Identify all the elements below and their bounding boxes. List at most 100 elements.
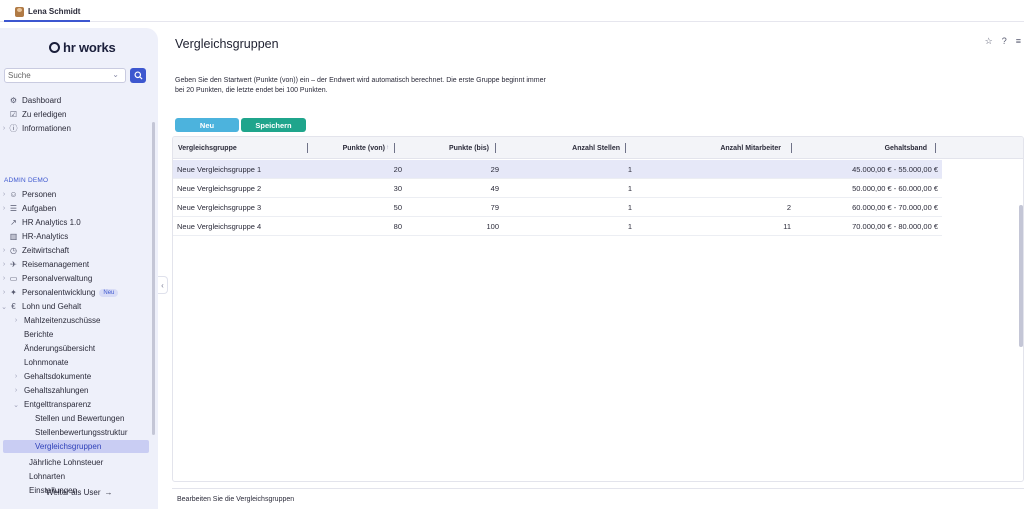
sidebar-item-stellen-und-bewertungen[interactable]: Stellen und Bewertungen [35, 412, 124, 425]
user-name: Lena Schmidt [28, 7, 81, 16]
column-header-salary[interactable]: Gehaltsband [793, 137, 936, 159]
sidebar-item-jaehrliche-lohnsteuer[interactable]: Jährliche Lohnsteuer [29, 456, 103, 469]
star-icon[interactable]: ☆ [985, 36, 993, 47]
sidebar-item-entgelttransparenz[interactable]: ⌄ Entgelttransparenz [12, 398, 91, 411]
menu-icon[interactable]: ≡ [1016, 36, 1021, 47]
search-button[interactable] [130, 68, 146, 83]
cell-salary: 70.000,00 € - 80.000,00 € [852, 222, 938, 231]
column-header-employees[interactable]: Anzahl Mitarbeiter [633, 137, 792, 159]
cell-employees: 2 [786, 203, 791, 212]
cell-from[interactable]: 80 [309, 217, 402, 236]
cell-positions: 1 [627, 165, 632, 174]
comparison-groups-table: Vergleichsgruppe Punkte (von) ↑ Punkte (b… [172, 136, 1024, 482]
sidebar-item-gehaltszahlungen[interactable]: › Gehaltszahlungen [12, 384, 89, 397]
column-header-group[interactable]: Vergleichsgruppe [178, 137, 308, 159]
table-row[interactable]: Neue Vergleichsgruppe 3 50 79 1 2 60.000… [173, 198, 942, 217]
sidebar-item-aenderungsuebersicht[interactable]: Änderungsübersicht [24, 342, 95, 355]
cell-group: Neue Vergleichsgruppe 4 [177, 222, 262, 231]
column-header-positions[interactable]: Anzahl Stellen [503, 137, 626, 159]
sidebar-item-hr-analytics-1[interactable]: ↗ HR Analytics 1.0 [0, 216, 81, 229]
cell-group: Neue Vergleichsgruppe 3 [177, 203, 262, 212]
todo-icon: ☑ [9, 110, 18, 119]
header-actions: ☆ ? ≡ [985, 36, 1021, 47]
cell-from[interactable]: 20 [309, 160, 402, 179]
search-icon [133, 71, 143, 80]
logo[interactable]: hr works [49, 40, 116, 55]
cell-employees [633, 179, 791, 198]
main-scrollbar[interactable] [1019, 205, 1023, 347]
clock-icon: ◷ [10, 246, 17, 255]
footer-bar: Bearbeiten Sie die Vergleichsgruppen [172, 488, 1024, 509]
table-header: Vergleichsgruppe Punkte (von) ↑ Punkte (b… [173, 137, 1023, 159]
sidebar-item-vergleichsgruppen[interactable]: Vergleichsgruppen [3, 440, 149, 453]
cell-employees [633, 160, 791, 179]
payroll-icon: € [11, 302, 16, 311]
user-tab-bar: Lena Schmidt [0, 0, 1024, 22]
page-title: Vergleichsgruppen [175, 37, 279, 51]
weiter-als-user-link[interactable]: Weiter als User → [46, 488, 113, 497]
footer-text: Bearbeiten Sie die Vergleichsgruppen [177, 496, 295, 503]
bar-chart-icon: ▥ [9, 232, 18, 241]
sort-arrow-icon: ↑ [386, 145, 389, 151]
sidebar-scrollbar[interactable] [152, 122, 155, 435]
table-row[interactable]: Neue Vergleichsgruppe 4 80 100 1 11 70.0… [173, 217, 942, 236]
chevron-left-icon: ‹ [161, 280, 164, 290]
new-badge: Neu [99, 288, 119, 297]
cell-employees: 11 [783, 222, 791, 231]
cell-to: 100 [486, 222, 499, 231]
cell-positions: 1 [627, 203, 632, 212]
sidebar-item-lohnarten[interactable]: Lohnarten [29, 470, 65, 483]
table-row[interactable]: Neue Vergleichsgruppe 1 20 29 1 45.000,0… [173, 160, 942, 179]
people-icon: ☺ [9, 190, 18, 199]
sidebar-item-personalentwicklung[interactable]: › ✦ Personalentwicklung Neu [0, 286, 119, 299]
cell-positions: 1 [627, 184, 632, 193]
sidebar-item-berichte[interactable]: Berichte [24, 328, 53, 341]
logo-text: hr works [63, 40, 116, 55]
sidebar-item-informationen[interactable]: › ⓘ Informationen [0, 122, 71, 135]
sidebar-item-lohnmonate[interactable]: Lohnmonate [24, 356, 68, 369]
info-icon: ⓘ [9, 124, 18, 133]
sidebar-item-zu-erledigen[interactable]: ☑ Zu erledigen [0, 108, 67, 121]
save-button[interactable]: Speichern [241, 118, 306, 132]
help-icon[interactable]: ? [1002, 36, 1007, 47]
cell-to: 49 [490, 184, 499, 193]
sidebar-item-gehaltsdokumente[interactable]: › Gehaltsdokumente [12, 370, 91, 383]
cell-from[interactable]: 50 [309, 198, 402, 217]
sidebar-item-reisemanagement[interactable]: › ✈ Reisemanagement [0, 258, 89, 271]
cell-group: Neue Vergleichsgruppe 2 [177, 184, 262, 193]
sidebar: hr works ⌄ ⚙ Dashboard ☑ Zu erledigen ›ⓘ… [0, 28, 158, 509]
search-input[interactable] [5, 69, 105, 82]
table-row[interactable]: Neue Vergleichsgruppe 2 30 49 1 50.000,0… [173, 179, 942, 198]
column-header-to[interactable]: Punkte (bis) [398, 137, 496, 159]
cell-positions: 1 [627, 222, 632, 231]
sidebar-item-dashboard[interactable]: ⚙ Dashboard [0, 94, 61, 107]
sidebar-item-personen[interactable]: › ☺ Personen [0, 188, 56, 201]
sidebar-item-stellenbewertungsstruktur[interactable]: Stellenbewertungsstruktur [35, 426, 128, 439]
folder-icon: ▭ [9, 274, 18, 283]
chevron-down-icon[interactable]: ⌄ [112, 70, 119, 79]
cell-to: 79 [490, 203, 499, 212]
avatar [15, 6, 24, 17]
cell-from[interactable]: 30 [309, 179, 402, 198]
collapse-sidebar-button[interactable]: ‹ [158, 276, 168, 294]
intro-text: Geben Sie den Startwert (Punkte (von)) e… [175, 77, 546, 94]
column-header-from[interactable]: Punkte (von) ↑ [309, 137, 395, 159]
new-button[interactable]: Neu [175, 118, 239, 132]
sidebar-item-aufgaben[interactable]: › ☰ Aufgaben [0, 202, 56, 215]
sidebar-item-lohn-und-gehalt[interactable]: ⌄ € Lohn und Gehalt [0, 300, 81, 313]
chevron-right-icon: › [2, 125, 6, 132]
travel-icon: ✈ [10, 260, 17, 269]
sidebar-item-hr-analytics[interactable]: ▥ HR-Analytics [0, 230, 69, 243]
dashboard-icon: ⚙ [9, 96, 18, 105]
sidebar-item-personalverwaltung[interactable]: › ▭ Personalverwaltung [0, 272, 92, 285]
chevron-down-icon: ⌄ [1, 303, 7, 311]
tasks-icon: ☰ [9, 204, 18, 213]
user-tab[interactable]: Lena Schmidt [4, 3, 91, 22]
arrow-right-icon: → [104, 488, 113, 497]
development-icon: ✦ [10, 288, 17, 297]
sidebar-item-zeitwirtschaft[interactable]: › ◷ Zeitwirtschaft [0, 244, 69, 257]
sidebar-item-mahlzeitenzuschuesse[interactable]: › Mahlzeitenzuschüsse [12, 314, 101, 327]
cell-to: 29 [490, 165, 499, 174]
cell-salary: 60.000,00 € - 70.000,00 € [852, 203, 938, 212]
chevron-down-icon: ⌄ [13, 401, 19, 409]
